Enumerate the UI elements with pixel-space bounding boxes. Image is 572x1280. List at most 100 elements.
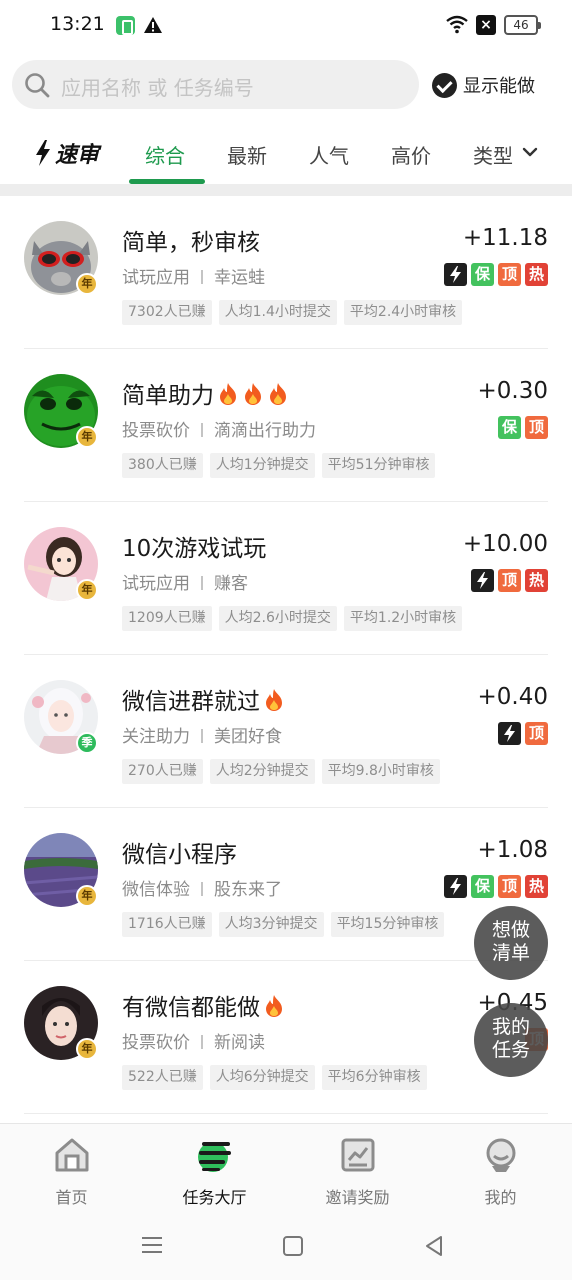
task-meta: 试玩应用 幸运蛙 xyxy=(122,263,265,288)
my-tasks-button[interactable]: 我的 任务 xyxy=(474,1003,548,1077)
task-merchant: 新阅读 xyxy=(214,1033,265,1053)
task-price: +0.40 xyxy=(477,684,548,710)
task-meta: 投票砍价 新阅读 xyxy=(122,1028,265,1053)
task-category: 微信体验 xyxy=(122,880,190,900)
user-icon xyxy=(486,1138,516,1172)
task-title: 简单助力 xyxy=(122,376,289,410)
wifi-icon xyxy=(446,15,468,34)
avg-submit-time: 人均1分钟提交 xyxy=(209,453,315,478)
tab-latest[interactable]: 最新 xyxy=(227,140,267,169)
earned-count: 1716人已赚 xyxy=(122,912,212,937)
task-item[interactable]: 季 微信进群就过 +0.40 关注助力 美团好食 顶 270人已赚 人均2分钟提交… xyxy=(0,655,572,808)
avatar-badge: 年 xyxy=(76,579,98,601)
tab-comprehensive[interactable]: 综合 xyxy=(145,140,185,169)
task-merchant: 滴滴出行助力 xyxy=(214,421,316,441)
show-doable-toggle[interactable]: 显示能做 xyxy=(432,72,535,98)
guarantee-badge: 保 xyxy=(498,416,521,439)
lightning-icon xyxy=(36,140,50,166)
top-badge: 顶 xyxy=(498,569,521,592)
earned-count: 270人已赚 xyxy=(122,759,203,784)
wish-list-button[interactable]: 想做 清单 xyxy=(474,906,548,980)
search-placeholder: 应用名称 或 任务编号 xyxy=(61,76,254,100)
nav-task-hall[interactable]: 任务大厅 xyxy=(143,1124,286,1214)
avg-review-time: 平均6分钟审核 xyxy=(321,1065,427,1090)
back-icon[interactable] xyxy=(424,1235,444,1257)
brand-label: 速审 xyxy=(55,143,100,168)
battery-icon: 46 xyxy=(504,15,541,35)
avg-submit-time: 人均6分钟提交 xyxy=(209,1065,315,1090)
avg-review-time: 平均2.4小时审核 xyxy=(343,300,463,325)
fire-icon xyxy=(245,383,261,405)
tab-popular[interactable]: 人气 xyxy=(309,140,349,169)
nav-label: 任务大厅 xyxy=(182,1188,247,1207)
task-category: 投票砍价 xyxy=(122,1033,190,1053)
nav-home[interactable]: 首页 xyxy=(0,1124,143,1214)
category-tabs: 速审 综合 最新 人气 高价 类型 xyxy=(0,128,572,184)
tab-type[interactable]: 类型 xyxy=(473,140,513,169)
task-category: 关注助力 xyxy=(122,727,190,747)
task-item[interactable]: 年 10次游戏试玩 +10.00 试玩应用 赚客 顶 热 1209人已赚 人均2.… xyxy=(0,502,572,655)
task-category: 试玩应用 xyxy=(122,268,190,288)
nav-invite-rewards[interactable]: 邀请奖励 xyxy=(286,1124,429,1214)
fast-review-badge xyxy=(471,569,494,592)
avatar-badge: 年 xyxy=(76,426,98,448)
chevron-down-icon[interactable] xyxy=(522,146,538,158)
task-stats: 1716人已赚 人均3分钟提交 平均15分钟审核 xyxy=(122,912,445,937)
top-badge: 顶 xyxy=(498,875,521,898)
status-time: 13:21 xyxy=(50,13,105,35)
fast-review-badge xyxy=(444,875,467,898)
avg-submit-time: 人均2分钟提交 xyxy=(209,759,315,784)
top-badge: 顶 xyxy=(525,416,548,439)
fast-review-badge xyxy=(444,263,467,286)
task-badges: 保 顶 xyxy=(498,416,548,439)
home-square-icon[interactable] xyxy=(283,1236,303,1256)
task-merchant: 美团好食 xyxy=(214,727,282,747)
task-item[interactable]: 年 简单，秒审核 +11.18 试玩应用 幸运蛙 保 顶 热 7302人已赚 人均… xyxy=(0,196,572,349)
task-merchant: 股东来了 xyxy=(214,880,282,900)
task-title: 有微信都能做 xyxy=(122,988,285,1022)
task-merchant: 赚客 xyxy=(214,574,248,594)
task-title: 微信进群就过 xyxy=(122,682,285,716)
avg-submit-time: 人均3分钟提交 xyxy=(218,912,324,937)
fast-review-badge xyxy=(498,722,521,745)
no-sim-icon: × xyxy=(476,15,496,35)
task-stats: 7302人已赚 人均1.4小时提交 平均2.4小时审核 xyxy=(122,300,463,325)
app-notification-icon xyxy=(116,16,135,35)
task-price: +0.30 xyxy=(477,378,548,404)
task-stats: 1209人已赚 人均2.6小时提交 平均1.2小时审核 xyxy=(122,606,463,631)
avg-review-time: 平均1.2小时审核 xyxy=(343,606,463,631)
avg-submit-time: 人均1.4小时提交 xyxy=(218,300,337,325)
task-badges: 保 顶 热 xyxy=(444,875,548,898)
nav-label: 邀请奖励 xyxy=(325,1188,390,1207)
task-price: +10.00 xyxy=(462,531,548,557)
hot-badge: 热 xyxy=(525,263,548,286)
divider xyxy=(0,184,572,196)
divider xyxy=(24,1113,548,1114)
task-price: +1.08 xyxy=(477,837,548,863)
hot-badge: 热 xyxy=(525,569,548,592)
earned-count: 522人已赚 xyxy=(122,1065,203,1090)
avatar-badge: 年 xyxy=(76,1038,98,1060)
avg-submit-time: 人均2.6小时提交 xyxy=(218,606,337,631)
task-meta: 投票砍价 滴滴出行助力 xyxy=(122,416,316,441)
task-item[interactable]: 年 简单助力 +0.30 投票砍价 滴滴出行助力 保 顶 380人已赚 人均1分钟… xyxy=(0,349,572,502)
task-meta: 试玩应用 赚客 xyxy=(122,569,248,594)
fire-icon xyxy=(270,383,286,405)
search-icon xyxy=(25,73,50,98)
avatar-badge: 年 xyxy=(76,273,98,295)
nav-label: 我的 xyxy=(484,1188,517,1207)
show-doable-label: 显示能做 xyxy=(463,76,535,97)
nav-me[interactable]: 我的 xyxy=(429,1124,572,1214)
task-merchant: 幸运蛙 xyxy=(214,268,265,288)
hot-badge: 热 xyxy=(525,875,548,898)
top-badge: 顶 xyxy=(498,263,521,286)
avg-review-time: 平均15分钟审核 xyxy=(330,912,445,937)
tab-brand-fast-review[interactable]: 速审 xyxy=(34,137,99,169)
menu-icon[interactable] xyxy=(141,1235,163,1255)
earned-count: 1209人已赚 xyxy=(122,606,212,631)
guarantee-badge: 保 xyxy=(471,263,494,286)
search-input[interactable]: 应用名称 或 任务编号 xyxy=(12,60,419,109)
earned-count: 7302人已赚 xyxy=(122,300,212,325)
tab-high-price[interactable]: 高价 xyxy=(391,140,431,169)
task-title: 微信小程序 xyxy=(122,842,237,868)
